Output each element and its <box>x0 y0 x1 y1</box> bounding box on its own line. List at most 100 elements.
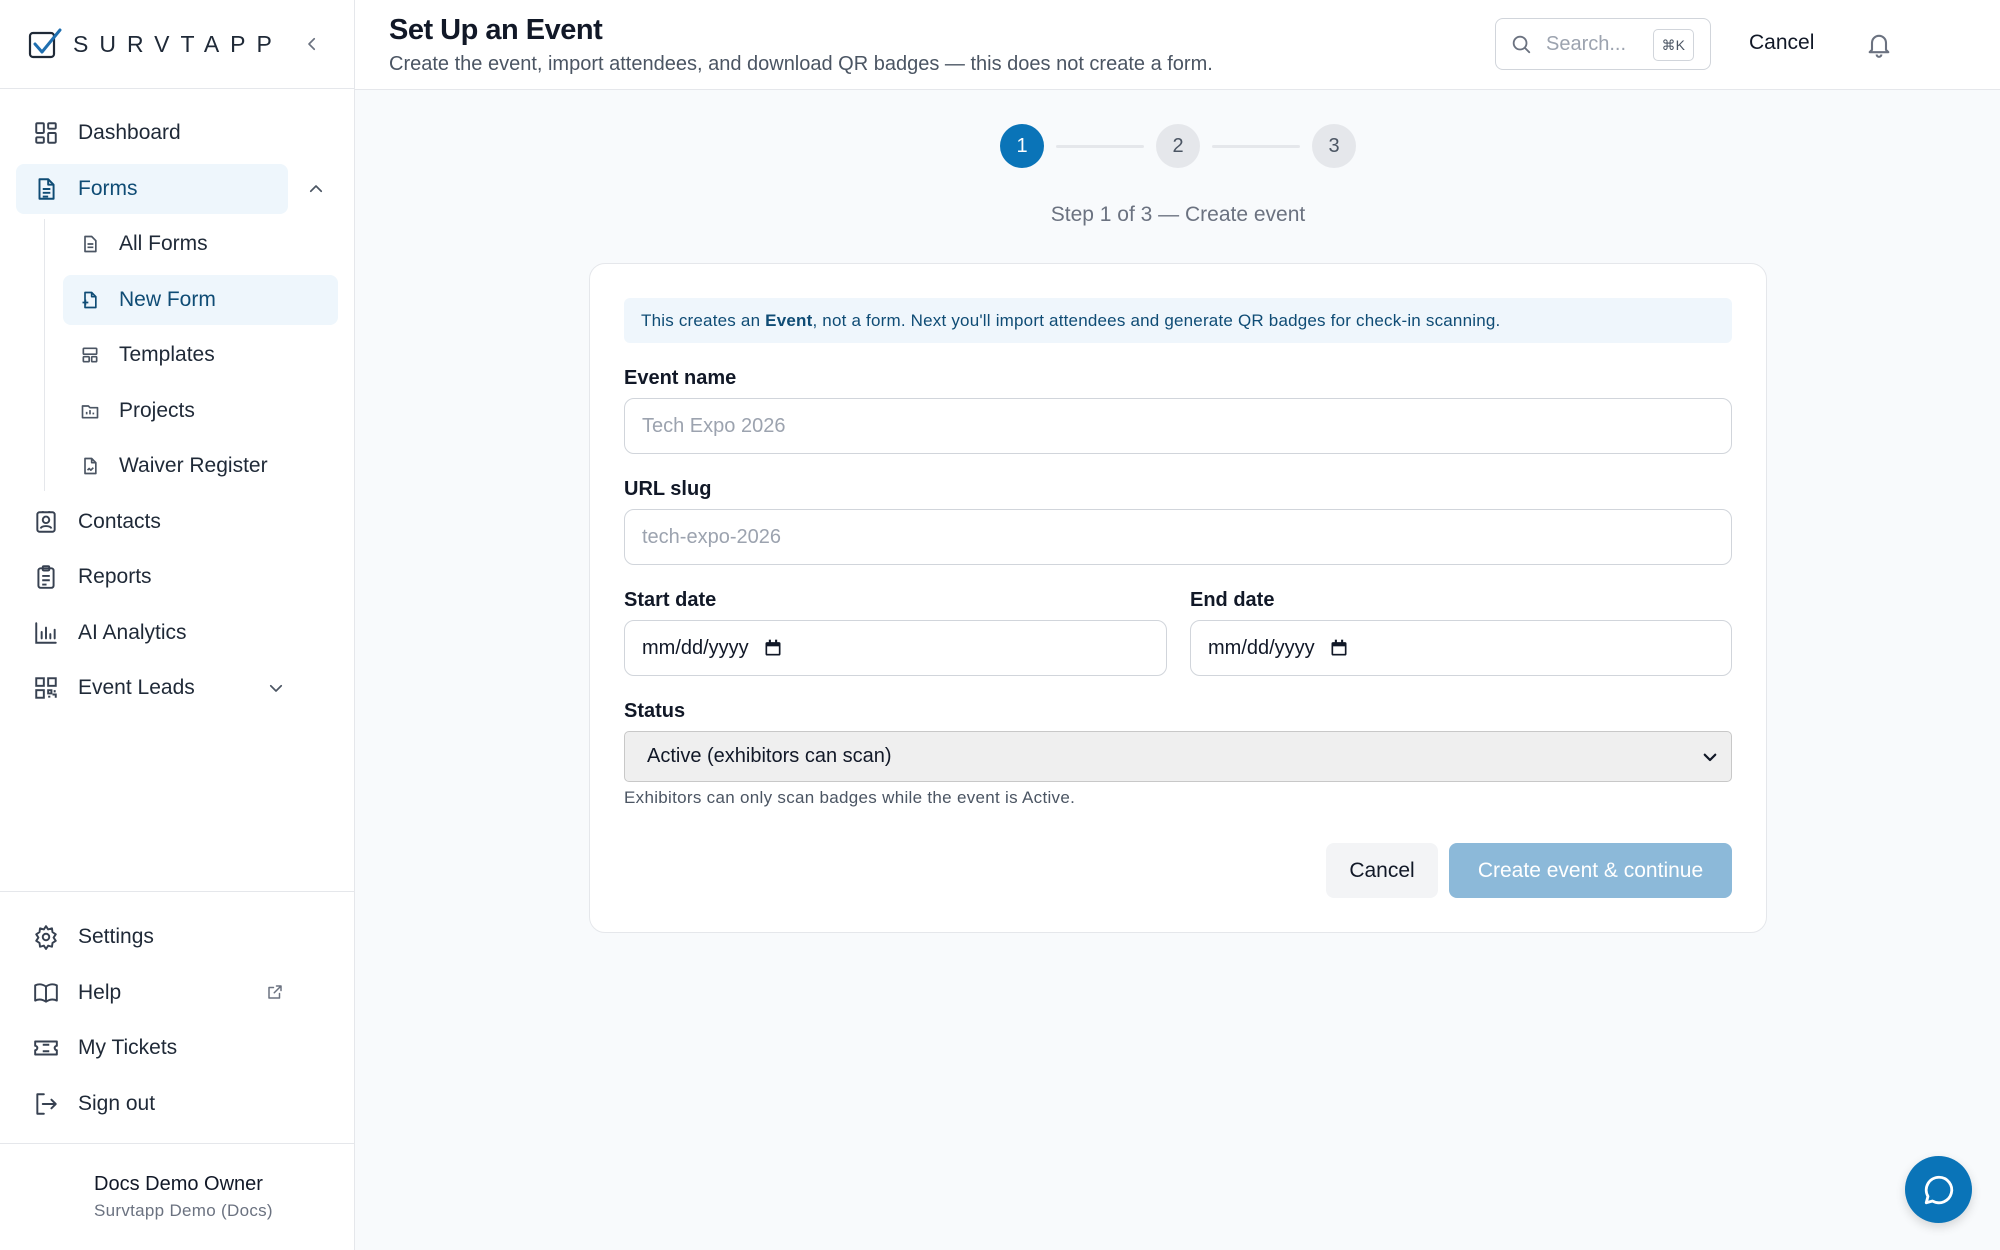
sidebar-item-ai-analytics[interactable]: AI Analytics <box>16 608 288 658</box>
sidebar-item-waiver-register[interactable]: Waiver Register <box>63 441 338 491</box>
collapse-sidebar-chevron-left-icon[interactable] <box>300 32 324 56</box>
gear-icon <box>32 923 60 951</box>
status-selected-value: Active (exhibitors can scan) <box>647 745 892 767</box>
chevron-down-icon <box>1701 748 1719 766</box>
profile-name: Docs Demo Owner <box>94 1173 263 1195</box>
book-icon <box>32 979 60 1007</box>
sidebar-item-all-forms[interactable]: All Forms <box>63 219 338 269</box>
sidebar-item-label: Forms <box>78 176 138 200</box>
banner-prefix: This creates an <box>641 310 766 330</box>
sidebar-item-reports[interactable]: Reports <box>16 552 288 602</box>
step-3: 3 <box>1312 124 1356 168</box>
sidebar-item-label: Contacts <box>78 509 161 533</box>
end-date-value: mm/dd/yyyy <box>1208 636 1315 659</box>
sign-out-icon <box>32 1090 60 1118</box>
end-date-label: End date <box>1190 589 1275 611</box>
folder-icon <box>79 400 101 422</box>
sidebar-item-contacts[interactable]: Contacts <box>16 497 288 547</box>
search-box[interactable]: ⌘K <box>1495 18 1711 70</box>
chat-bubble-icon <box>1924 1175 1953 1204</box>
sidebar-subitem-label: New Form <box>119 287 216 311</box>
status-label: Status <box>624 700 686 722</box>
sidebar-item-templates[interactable]: Templates <box>63 330 338 380</box>
logo-text: SURVTAPP <box>73 30 283 57</box>
start-date-label: Start date <box>624 589 717 611</box>
user-profile[interactable]: Docs Demo Owner Survtapp Demo (Docs) <box>0 1143 355 1250</box>
sidebar-item-label: AI Analytics <box>78 620 187 644</box>
new-document-icon <box>79 289 101 311</box>
cancel-button[interactable]: Cancel <box>1326 843 1438 898</box>
sidebar-item-settings[interactable]: Settings <box>16 912 288 962</box>
sidebar-item-help[interactable]: Help <box>16 968 288 1018</box>
external-link-icon <box>264 981 286 1003</box>
calendar-icon[interactable] <box>763 638 783 658</box>
event-form-card: This creates an Event, not a form. Next … <box>589 263 1767 933</box>
header-cancel-button[interactable]: Cancel <box>1749 31 1814 55</box>
search-input[interactable] <box>1546 32 1656 56</box>
sidebar-item-label: Dashboard <box>78 121 181 144</box>
end-date-input[interactable]: mm/dd/yyyy <box>1190 620 1732 676</box>
sidebar-item-label: Event Leads <box>78 676 195 699</box>
bell-icon[interactable] <box>1865 30 1893 58</box>
search-shortcut-badge: ⌘K <box>1652 29 1694 61</box>
url-slug-input[interactable] <box>624 509 1732 565</box>
status-helper-text: Exhibitors can only scan badges while th… <box>624 788 1076 807</box>
create-event-continue-button[interactable]: Create event & continue <box>1449 843 1732 898</box>
sidebar-subitem-label: Projects <box>119 398 195 422</box>
sidebar-subitem-label: Templates <box>119 343 215 366</box>
start-date-value: mm/dd/yyyy <box>642 636 749 659</box>
chevron-up-icon[interactable] <box>304 177 328 201</box>
contact-icon <box>32 508 60 536</box>
step-2: 2 <box>1156 124 1200 168</box>
bottom-nav: Settings Help My Tickets Sign out <box>0 891 355 1134</box>
clipboard-icon <box>32 563 60 591</box>
sidebar-item-projects[interactable]: Projects <box>63 386 338 436</box>
form-icon <box>32 175 60 203</box>
start-date-input[interactable]: mm/dd/yyyy <box>624 620 1167 676</box>
search-icon <box>1510 33 1532 55</box>
logo-checkbox-icon <box>28 28 62 59</box>
document-icon <box>79 233 101 255</box>
profile-org: Survtapp Demo (Docs) <box>94 1201 273 1220</box>
sidebar-subitem-label: All Forms <box>119 232 208 255</box>
event-name-input[interactable] <box>624 398 1732 454</box>
calendar-icon[interactable] <box>1329 638 1349 658</box>
sidebar-item-label: Reports <box>78 565 152 588</box>
step-caption: Step 1 of 3 — Create event <box>1050 203 1306 226</box>
chat-bubble-button[interactable] <box>1905 1156 1972 1223</box>
forms-subnav: All Forms New Form Templates Projects Wa… <box>44 219 354 491</box>
dashboard-icon <box>32 119 60 147</box>
stepper: 1 2 3 <box>1000 124 1356 168</box>
sidebar-item-my-tickets[interactable]: My Tickets <box>16 1023 288 1073</box>
event-name-label: Event name <box>624 367 737 389</box>
url-slug-label: URL slug <box>624 478 712 500</box>
status-select[interactable]: Active (exhibitors can scan) <box>624 731 1732 782</box>
page-title: Set Up an Event <box>389 14 603 46</box>
bar-chart-icon <box>32 619 60 647</box>
banner-bold: Event <box>765 310 813 330</box>
sidebar-item-event-leads[interactable]: Event Leads <box>16 663 288 713</box>
sidebar-subitem-label: Waiver Register <box>119 454 268 477</box>
sidebar-item-sign-out[interactable]: Sign out <box>16 1079 288 1129</box>
sidebar-item-new-form[interactable]: New Form <box>63 274 338 325</box>
sidebar-item-forms[interactable]: Forms <box>16 163 323 214</box>
main-nav: Dashboard Forms All Forms New Form Templ… <box>0 89 354 713</box>
page-subtitle: Create the event, import attendees, and … <box>389 53 1213 75</box>
sidebar-item-label: My Tickets <box>78 1036 178 1059</box>
app-root: SURVTAPP Dashboard Forms All Forms New F… <box>0 0 2000 1250</box>
chevron-down-icon[interactable] <box>264 676 288 700</box>
logo-row: SURVTAPP <box>0 0 354 89</box>
sidebar-item-label: Help <box>78 980 122 1004</box>
sidebar: SURVTAPP Dashboard Forms All Forms New F… <box>0 0 355 1250</box>
step-connector <box>1212 145 1300 148</box>
banner-suffix: , not a form. Next you'll import attende… <box>812 310 1501 330</box>
step-1: 1 <box>1000 124 1044 168</box>
info-banner: This creates an Event, not a form. Next … <box>624 298 1732 343</box>
sidebar-item-label: Settings <box>78 925 154 948</box>
top-header: Set Up an Event Create the event, import… <box>355 0 2000 90</box>
sidebar-item-dashboard[interactable]: Dashboard <box>16 108 288 158</box>
step-connector <box>1056 145 1144 148</box>
signed-document-icon <box>79 455 101 477</box>
banner-text-prefix: This creates an Event, not a form. Next … <box>641 311 1500 331</box>
template-icon <box>79 344 101 366</box>
